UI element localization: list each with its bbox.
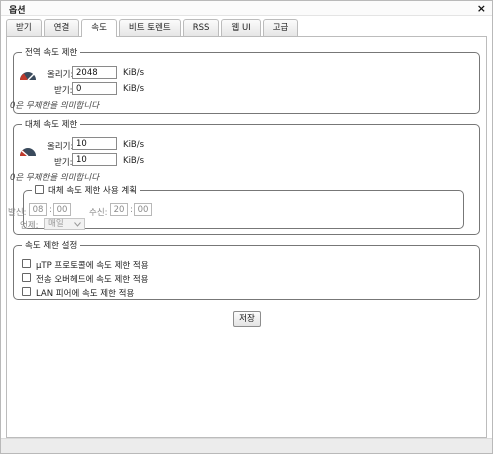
tab-connection[interactable]: 연결	[43, 19, 80, 36]
global-download-input[interactable]	[72, 82, 117, 95]
schedule-checkbox[interactable]	[35, 185, 44, 194]
alt-upload-unit: KiB/s	[123, 140, 145, 150]
lan-limit-checkbox[interactable]	[22, 287, 31, 296]
options-window: 옵션 × 받기 연결 속도 비트 토렌트 RSS 웹 UI 고급 전역 속도 제…	[0, 0, 493, 454]
schedule-to-hour[interactable]	[110, 203, 128, 216]
global-upload-unit: KiB/s	[123, 68, 145, 78]
alt-upload-input[interactable]	[72, 137, 117, 150]
global-download-unit: KiB/s	[123, 84, 145, 94]
speedometer-slow-icon	[20, 148, 36, 157]
alt-download-unit: KiB/s	[123, 156, 145, 166]
global-upload-label: 올리기:	[47, 70, 74, 80]
schedule-to-label: 수신:	[89, 208, 108, 218]
schedule-to-minute[interactable]	[134, 203, 152, 216]
title-bar: 옵션 ×	[1, 1, 492, 16]
overhead-limit-checkbox[interactable]	[22, 273, 31, 282]
speedometer-fast-icon	[20, 72, 36, 81]
tab-bar: 받기 연결 속도 비트 토렌트 RSS 웹 UI 고급	[6, 19, 300, 37]
alt-upload-label: 올리기:	[47, 142, 74, 152]
tab-rss[interactable]: RSS	[182, 19, 220, 36]
schedule-when-value: 매일	[48, 219, 64, 229]
tab-webui[interactable]: 웹 UI	[221, 19, 261, 36]
schedule-from-hour[interactable]	[29, 203, 47, 216]
alt-rate-limits-legend: 대체 속도 제한	[25, 120, 78, 130]
global-upload-input[interactable]	[72, 66, 117, 79]
global-download-label: 받기:	[54, 86, 73, 96]
schedule-when-select[interactable]: 매일	[44, 218, 85, 230]
schedule-from-sep: :	[49, 205, 52, 215]
tab-bittorrent[interactable]: 비트 토렌트	[118, 19, 181, 36]
tab-downloads[interactable]: 받기	[6, 19, 42, 36]
schedule-when-label: 언제:	[20, 221, 39, 231]
chevron-down-icon	[74, 222, 81, 227]
schedule-legend: 대체 속도 제한 사용 계획	[32, 184, 140, 196]
window-title: 옵션	[9, 6, 26, 16]
tab-speed[interactable]: 속도	[81, 19, 117, 37]
save-button[interactable]: 저장	[233, 311, 261, 327]
alt-download-input[interactable]	[72, 153, 117, 166]
schedule-to-sep: :	[130, 205, 133, 215]
rate-settings-legend: 속도 제한 설정	[25, 241, 78, 251]
global-unlimited-note: 0은 무제한을 의미합니다	[10, 101, 100, 111]
lan-limit-label: LAN 피어에 속도 제한 적용	[36, 289, 135, 299]
global-rate-limits-legend: 전역 속도 제한	[25, 48, 78, 58]
status-bar	[1, 438, 492, 453]
alt-download-label: 받기:	[54, 158, 73, 168]
speed-panel: 전역 속도 제한 올리기: KiB/s 받기: KiB/s 0은 무제한을 의미…	[6, 36, 487, 438]
alt-unlimited-note: 0은 무제한을 의미합니다	[10, 173, 100, 183]
schedule-from-minute[interactable]	[53, 203, 71, 216]
schedule-from-label: 발신:	[8, 208, 27, 218]
overhead-limit-label: 전송 오버헤드에 속도 제한 적용	[36, 275, 149, 285]
close-icon[interactable]: ×	[477, 2, 486, 15]
utp-limit-checkbox[interactable]	[22, 259, 31, 268]
schedule-checkbox-label: 대체 속도 제한 사용 계획	[48, 186, 138, 196]
tab-advanced[interactable]: 고급	[262, 19, 299, 36]
utp-limit-label: µTP 프로토콜에 속도 제한 적용	[36, 261, 149, 271]
